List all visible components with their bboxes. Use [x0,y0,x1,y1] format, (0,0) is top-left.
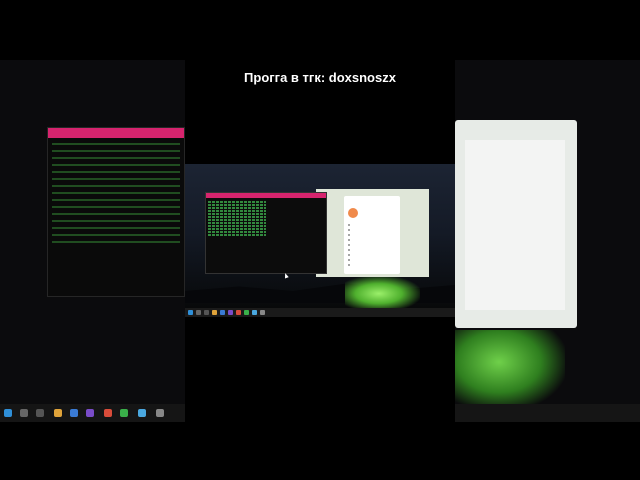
blurred-tent-image [455,330,565,410]
desktop-screen [185,164,455,317]
terminal-output-row [208,201,266,203]
avatar[interactable] [348,208,358,218]
chrome-icon[interactable] [244,310,249,315]
terminal-titlebar[interactable] [206,193,326,198]
app-icon[interactable] [236,310,241,315]
task-view-icon[interactable] [204,310,209,315]
terminal-output-row [208,219,266,221]
taskbar [185,308,455,317]
blurred-taskbar-left [0,404,185,422]
terminal-output-row [208,210,266,212]
glowing-tent [345,276,420,308]
terminal-output-row [208,225,266,227]
settings-menu-item[interactable] [347,262,397,267]
telegram-settings-window[interactable] [344,196,400,274]
blurred-telegram-window [455,120,577,328]
settings-menu [347,222,397,267]
edge-icon [70,409,78,417]
start-icon [4,409,12,417]
terminal-output-row [208,204,266,206]
edge-icon[interactable] [220,310,225,315]
search-icon[interactable] [196,310,201,315]
terminal-output-row [208,207,266,209]
terminal-window[interactable] [205,192,327,274]
terminal-output-row [208,216,266,218]
chrome-icon [120,409,128,417]
blurred-terminal-window [47,127,185,297]
blurred-taskbar-right [455,404,640,422]
telegram-icon[interactable] [252,310,257,315]
app-icon [86,409,94,417]
explorer-icon[interactable] [212,310,217,315]
terminal-output-row [208,213,266,215]
terminal-output-row [208,234,266,236]
app-icon [104,409,112,417]
app-icon[interactable] [228,310,233,315]
start-icon[interactable] [188,310,193,315]
task-view-icon [36,409,44,417]
search-icon [20,409,28,417]
telegram-icon [138,409,146,417]
terminal-icon [156,409,164,417]
terminal-output-row [208,231,266,233]
terminal-output-row [208,222,266,224]
terminal-icon[interactable] [260,310,265,315]
terminal-output-row [208,228,266,230]
terminal-output [206,198,326,238]
telegram-settings-header [344,196,400,204]
blurred-terminal-titlebar [48,128,184,138]
explorer-icon [54,409,62,417]
